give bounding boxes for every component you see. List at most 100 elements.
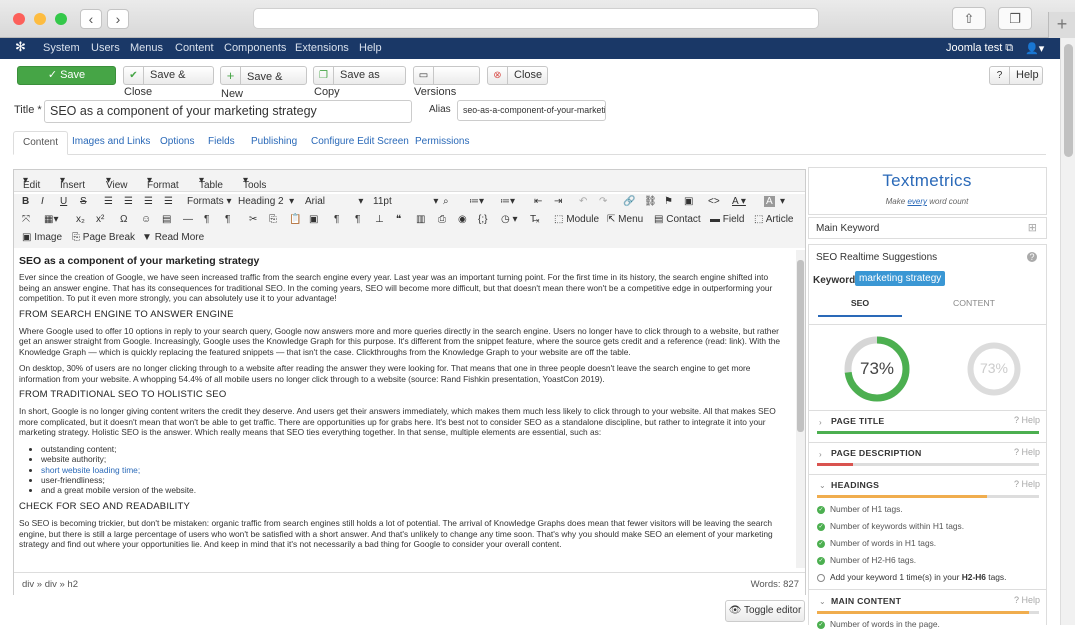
main-keyword-panel[interactable]: Main Keyword ⊞ [808, 217, 1047, 239]
section-page-description[interactable]: PAGE DESCRIPTION [831, 448, 922, 458]
align-center-icon[interactable]: ☰ [124, 196, 133, 207]
save-close-button[interactable]: ✔ Save & Close [123, 66, 214, 98]
element-path[interactable]: div » div » h2 [22, 579, 78, 590]
justify-icon[interactable]: ☰ [164, 196, 173, 207]
rtl-icon[interactable]: ¶ [225, 214, 230, 225]
editor-menu-view[interactable]: View ▾ [106, 175, 128, 191]
read-more-button[interactable]: ▼ Read More [142, 232, 204, 243]
strikethrough-icon[interactable]: S [80, 196, 87, 207]
media-icon[interactable]: ▤ [162, 214, 171, 225]
tab-images-links[interactable]: Images and Links [63, 131, 159, 155]
contact-button[interactable]: ▤ Contact [654, 214, 701, 225]
save-new-button[interactable]: + Save & New [220, 66, 307, 100]
tab-configure-edit-screen[interactable]: Configure Edit Screen [302, 131, 418, 155]
visual-chars-icon[interactable]: ¶ [334, 214, 339, 225]
help-link[interactable]: ? Help [1014, 479, 1040, 489]
expand-icon[interactable]: ⊞ [1028, 221, 1037, 234]
anchor-icon[interactable]: ⚑ [664, 196, 673, 207]
image-icon[interactable]: ▣ [684, 196, 693, 207]
menu-content[interactable]: Content [175, 42, 214, 54]
close-window-icon[interactable] [13, 13, 25, 25]
horizontal-rule-icon[interactable]: — [183, 214, 193, 225]
background-color-icon[interactable]: A [764, 196, 775, 207]
back-button[interactable]: ‹ [80, 9, 102, 29]
special-char-icon[interactable]: Ω [120, 214, 127, 225]
tab-publishing[interactable]: Publishing [242, 131, 306, 155]
chevron-down-icon[interactable]: ⌄ [819, 597, 826, 606]
chevron-right-icon[interactable]: › [819, 418, 822, 427]
underline-icon[interactable]: U [60, 196, 67, 207]
formats-dropdown[interactable]: Formats ▾ [187, 196, 231, 207]
bold-icon[interactable]: B [22, 196, 29, 207]
fullscreen-icon[interactable]: ⤧ [22, 214, 30, 225]
tab-fields[interactable]: Fields [199, 131, 244, 155]
help-link[interactable]: ? Help [1014, 595, 1040, 605]
code-icon[interactable]: <> [708, 196, 720, 207]
paste-text-icon[interactable]: ▣ [309, 214, 318, 225]
close-button[interactable]: ⊗ Close [487, 66, 548, 85]
outdent-icon[interactable]: ⇤ [534, 196, 542, 207]
menu-users[interactable]: Users [91, 42, 120, 54]
field-button[interactable]: ▬ Field [710, 214, 744, 225]
editor-menu-insert[interactable]: Insert ▾ [60, 175, 85, 191]
blockquote-icon[interactable]: ❝ [396, 214, 401, 225]
help-button[interactable]: ? Help [989, 66, 1043, 85]
section-headings[interactable]: HEADINGS [831, 480, 879, 490]
user-menu-icon[interactable]: 👤▾ [1025, 42, 1044, 55]
tab-permissions[interactable]: Permissions [406, 131, 478, 155]
menu-components[interactable]: Components [224, 42, 286, 54]
section-main-content[interactable]: MAIN CONTENT [831, 596, 901, 606]
insert-date-icon[interactable]: ⊥ [375, 214, 384, 225]
find-icon[interactable]: ⌕ [443, 196, 449, 207]
joomla-logo-icon[interactable]: ✻ [15, 39, 26, 55]
content-link[interactable]: short website loading time; [41, 465, 140, 475]
versions-button[interactable]: ▭Versions [413, 66, 480, 98]
preview-icon[interactable]: ◉ [458, 214, 467, 225]
help-link[interactable]: ? Help [1014, 447, 1040, 457]
undo-icon[interactable]: ↶ [579, 196, 587, 207]
indent-icon[interactable]: ⇥ [554, 196, 562, 207]
menu-system[interactable]: System [43, 42, 80, 54]
clock-icon[interactable]: ◷ ▾ [501, 214, 518, 225]
block-format-select[interactable]: Heading 2 ▾ [238, 196, 294, 207]
superscript-icon[interactable]: x² [96, 214, 104, 225]
font-size-select[interactable]: 11pt ▾ [373, 196, 438, 207]
copy-editor-icon[interactable]: ⎘ [269, 214, 277, 225]
editor-menu-tools[interactable]: Tools ▾ [243, 175, 266, 191]
menu-menus[interactable]: Menus [130, 42, 163, 54]
visual-blocks-icon[interactable]: ¶ [355, 214, 360, 225]
redo-icon[interactable]: ↷ [599, 196, 607, 207]
tabs-overview-button[interactable]: ❐ [998, 7, 1032, 30]
save-button[interactable]: ✓ Save [17, 66, 116, 85]
italic-icon[interactable]: I [41, 196, 44, 207]
alias-input[interactable]: seo-as-a-component-of-your-marketi [457, 100, 606, 121]
text-color-icon[interactable]: A ▾ [732, 196, 746, 207]
section-page-title[interactable]: PAGE TITLE [831, 416, 885, 426]
font-family-select[interactable]: Arial ▾ [305, 196, 363, 207]
editor-menu-table[interactable]: Table ▾ [199, 175, 223, 191]
tab-options[interactable]: Options [151, 131, 203, 155]
align-right-icon[interactable]: ☰ [144, 196, 153, 207]
tab-content[interactable]: Content [13, 131, 69, 155]
subscript-icon[interactable]: x₂ [76, 214, 85, 225]
zoom-window-icon[interactable] [55, 13, 67, 25]
template-icon[interactable]: ▥ [416, 214, 425, 225]
code-sample-icon[interactable]: {;} [478, 214, 487, 225]
site-name-link[interactable]: Joomla test ⧉ [946, 42, 1013, 55]
minimize-window-icon[interactable] [34, 13, 46, 25]
menu-extensions[interactable]: Extensions [295, 42, 349, 54]
tab-seo[interactable]: SEO [818, 298, 902, 317]
cut-icon[interactable]: ✂ [249, 214, 257, 225]
save-copy-button[interactable]: ❐ Save as Copy [313, 66, 406, 98]
emoticons-icon[interactable]: ☺ [141, 214, 151, 225]
menu-help[interactable]: Help [359, 42, 382, 54]
paste-icon[interactable]: 📋 [289, 214, 301, 225]
align-left-icon[interactable]: ☰ [104, 196, 113, 207]
bullet-list-icon[interactable]: ≔▾ [469, 196, 484, 207]
toggle-editor-button[interactable]: 👁 Toggle editor [725, 600, 805, 622]
link-icon[interactable]: 🔗 [623, 196, 635, 207]
chevron-right-icon[interactable]: › [819, 450, 822, 459]
article-button[interactable]: ⬚ Article [754, 214, 793, 225]
help-link[interactable]: ? Help [1014, 415, 1040, 425]
chevron-down-icon[interactable]: ⌄ [819, 481, 826, 490]
